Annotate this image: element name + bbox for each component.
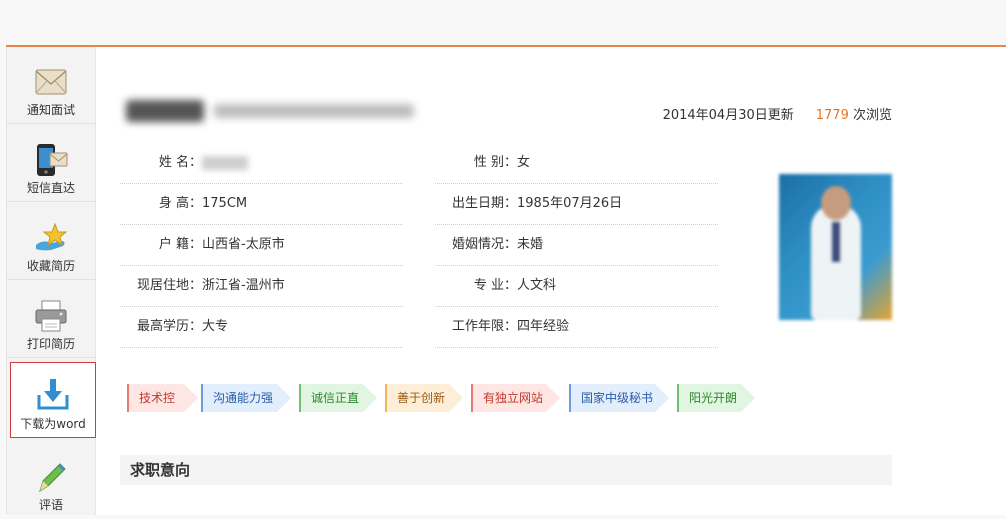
hukou-value: 山西省-太原市: [202, 237, 285, 252]
resume-page: 通知面试 短信直达 收藏简历 打印简历 下载为word 评语 2014年04月3…: [6, 47, 1006, 515]
major-label: 专 业：: [473, 278, 517, 293]
education-value: 大专: [202, 319, 229, 334]
experience-label: 工作年限：: [451, 319, 517, 334]
favorite-resume-button[interactable]: 收藏简历: [7, 203, 95, 280]
update-info: 2014年04月30日更新 1779 次浏览: [663, 104, 892, 123]
skill-tag[interactable]: 诚信正直: [299, 384, 377, 412]
name-label: 姓 名：: [158, 155, 202, 170]
info-cell-hukou: 户 籍：山西省-太原市: [120, 224, 403, 266]
sidebar-item-label: 通知面试: [26, 103, 75, 117]
skill-tag[interactable]: 沟通能力强: [201, 384, 291, 412]
info-cell-gender: 性 别：女: [435, 142, 718, 184]
sidebar-item-label: 下载为word: [20, 417, 86, 431]
update-date: 2014年04月30日更新: [662, 108, 794, 123]
info-cell-height: 身 高：175CM: [120, 183, 403, 225]
gender-value: 女: [517, 155, 531, 170]
download-word-button[interactable]: 下载为word: [10, 362, 96, 438]
info-row: 姓 名： 性 别：女: [120, 142, 720, 184]
sidebar-item-label: 评语: [38, 498, 63, 512]
info-row: 户 籍：山西省-太原市 婚姻情况：未婚: [120, 224, 720, 266]
info-cell-marriage: 婚姻情况：未婚: [435, 224, 718, 266]
skill-tag[interactable]: 有独立网站: [471, 384, 560, 412]
print-resume-button[interactable]: 打印简历: [7, 281, 95, 358]
major-value: 人文科: [517, 278, 557, 293]
info-row: 最高学历：大专 工作年限：四年经验: [120, 306, 720, 348]
section-title: 求职意向: [130, 461, 191, 479]
skill-tag[interactable]: 技术控: [127, 384, 198, 412]
info-cell-residence: 现居住地：浙江省-温州市: [120, 265, 403, 307]
height-label: 身 高：: [158, 196, 202, 211]
skill-tag[interactable]: 阳光开朗: [677, 384, 755, 412]
view-count: 1779: [815, 108, 849, 123]
view-count-suffix: 次浏览: [852, 108, 892, 123]
notify-interview-button[interactable]: 通知面试: [7, 47, 95, 124]
pencil-icon: [7, 460, 95, 494]
skill-tag[interactable]: 善于创新: [385, 384, 463, 412]
info-cell-name: 姓 名：: [120, 142, 403, 184]
name-value-blurred: [202, 155, 248, 170]
sidebar-item-label: 打印简历: [26, 337, 75, 351]
phone-sms-icon: [7, 143, 95, 177]
info-cell-birth: 出生日期：1985年07月26日: [435, 183, 718, 225]
sms-direct-button[interactable]: 短信直达: [7, 125, 95, 202]
info-row: 现居住地：浙江省-温州市 专 业：人文科: [120, 265, 720, 307]
sidebar-item-label: 短信直达: [26, 181, 75, 195]
info-row: 身 高：175CM 出生日期：1985年07月26日: [120, 183, 720, 225]
download-icon: [11, 377, 95, 411]
skill-tag[interactable]: 国家中级秘书: [569, 384, 669, 412]
hukou-label: 户 籍：: [158, 237, 202, 252]
printer-icon: [7, 299, 95, 333]
job-intention-header: 求职意向: [120, 455, 892, 485]
action-sidebar: 通知面试 短信直达 收藏简历 打印简历 下载为word 评语: [7, 47, 96, 515]
resume-main: 2014年04月30日更新 1779 次浏览 姓 名： 性 别：女 身 高：175…: [120, 47, 892, 515]
marriage-value: 未婚: [517, 237, 544, 252]
envelope-icon: [7, 65, 95, 99]
birth-value: 1985年07月26日: [517, 196, 623, 211]
education-label: 最高学历：: [136, 319, 202, 334]
candidate-photo: [779, 174, 892, 320]
comment-button[interactable]: 评语: [7, 442, 95, 519]
info-cell-experience: 工作年限：四年经验: [435, 306, 718, 348]
birth-label: 出生日期：: [451, 196, 517, 211]
info-cell-education: 最高学历：大专: [120, 306, 403, 348]
candidate-name-blurred: [120, 92, 420, 128]
residence-label: 现居住地：: [136, 278, 202, 293]
info-cell-major: 专 业：人文科: [435, 265, 718, 307]
height-value: 175CM: [202, 196, 248, 211]
experience-value: 四年经验: [517, 319, 570, 334]
sidebar-item-label: 收藏简历: [26, 259, 75, 273]
residence-value: 浙江省-温州市: [202, 278, 285, 293]
favorite-star-icon: [7, 221, 95, 255]
marriage-label: 婚姻情况：: [451, 237, 517, 252]
gender-label: 性 别：: [473, 155, 517, 170]
top-bar: [0, 0, 1006, 45]
